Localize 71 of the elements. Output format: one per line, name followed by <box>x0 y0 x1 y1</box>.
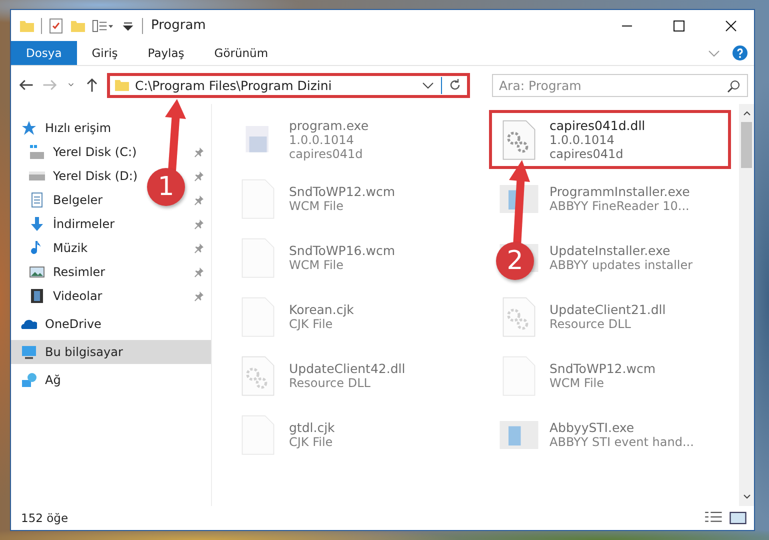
file-name[interactable]: capires041d.dll <box>550 118 646 133</box>
sidebar-item[interactable]: Yerel Disk (D:) <box>29 165 142 187</box>
checklist-icon[interactable] <box>48 18 64 34</box>
sidebar-item[interactable]: Resimler <box>29 261 110 283</box>
file-name[interactable]: UpdateInstaller.exe <box>550 243 693 258</box>
file-name[interactable]: SndToWP16.wcm <box>289 243 395 258</box>
sidebar-item[interactable]: Yerel Disk (C:) <box>29 141 141 163</box>
pin-icon[interactable] <box>193 266 205 278</box>
sidebar-item[interactable]: Videolar <box>29 285 106 307</box>
sidebar-item[interactable]: Ağ <box>11 368 211 392</box>
folder-icon <box>114 77 130 93</box>
file-name[interactable]: ProgrammInstaller.exe <box>550 184 690 199</box>
image-icon <box>29 264 45 280</box>
sidebar-item[interactable]: Hızlı erişim <box>11 116 211 140</box>
film-icon <box>29 288 45 304</box>
file-name[interactable]: program.exe <box>289 118 369 133</box>
file-name[interactable]: UpdateClient21.dll <box>550 302 666 317</box>
ribbon-tab[interactable]: Paylaş <box>132 41 200 65</box>
search-field[interactable]: Ara: Program <box>492 74 748 96</box>
sidebar-item[interactable]: İndirmeler <box>29 213 119 235</box>
file-name[interactable]: gtdl.cjk <box>289 420 335 435</box>
file-detail: ABBYY updates installer <box>550 258 693 272</box>
file-detail: WCM File <box>289 199 344 213</box>
file-name[interactable]: UpdateClient42.dll <box>289 361 406 376</box>
pin-icon[interactable] <box>193 218 205 230</box>
pin-icon[interactable] <box>193 242 205 254</box>
search-icon[interactable] <box>726 78 742 94</box>
ribbon-tab[interactable]: Görünüm <box>199 41 284 65</box>
file-name[interactable]: SndToWP12.wcm <box>550 361 656 376</box>
network-icon <box>21 372 37 388</box>
item-count: 152 öğe <box>21 511 68 525</box>
document-icon <box>29 192 45 208</box>
file-name[interactable]: Korean.cjk <box>289 302 354 317</box>
file-detail: Resource DLL <box>289 376 372 390</box>
sidebar-item[interactable]: Bu bilgisayar <box>11 340 211 364</box>
ribbon-tab[interactable]: Giriş <box>76 41 133 65</box>
sidebar-item[interactable]: Belgeler <box>29 189 107 211</box>
pin-icon[interactable] <box>193 194 205 206</box>
file-detail: ABBYY FineReader 10... <box>550 199 690 213</box>
file-name[interactable]: SndToWP12.wcm <box>289 184 395 199</box>
file-detail: capires041d <box>289 147 364 161</box>
tiles-view-icon[interactable] <box>728 510 748 526</box>
file-detail: Resource DLL <box>550 317 632 331</box>
ribbon-tab[interactable]: Dosya <box>11 41 77 65</box>
file-detail: CJK File <box>289 435 334 449</box>
scrollbar[interactable] <box>739 104 754 506</box>
sidebar-item[interactable]: OneDrive <box>11 312 211 336</box>
monitor-icon <box>21 344 37 360</box>
sidebar-item[interactable]: Müzik <box>29 237 92 259</box>
help-icon[interactable] <box>732 45 748 61</box>
window-title: Program <box>151 18 206 33</box>
drive-icon <box>29 144 45 160</box>
file-detail: WCM File <box>289 258 344 272</box>
file-detail: WCM File <box>550 376 605 390</box>
address-bar[interactable]: C:\Program Files\Program Dizini <box>107 72 470 98</box>
file-detail: 1.0.0.1014 <box>289 133 355 147</box>
pin-icon[interactable] <box>193 146 205 158</box>
pin-icon[interactable] <box>193 290 205 302</box>
file-detail: ABBYY STI event hand... <box>550 435 694 449</box>
file-name[interactable]: AbbyySTI.exe <box>550 420 694 435</box>
highlighted-file-tile[interactable]: capires041d.dll 1.0.0.1014 capires041d <box>488 110 731 169</box>
pin-icon[interactable] <box>193 170 205 182</box>
file-detail: 1.0.0.1014 <box>550 133 616 147</box>
address-path: C:\Program Files\Program Dizini <box>135 78 333 92</box>
properties-icon[interactable] <box>92 18 114 34</box>
scrollbar-thumb[interactable] <box>741 122 752 168</box>
download-icon <box>29 216 45 232</box>
file-detail: CJK File <box>289 317 334 331</box>
arrow <box>163 99 187 171</box>
file-detail: capires041d <box>550 147 624 161</box>
star-icon <box>21 120 37 136</box>
